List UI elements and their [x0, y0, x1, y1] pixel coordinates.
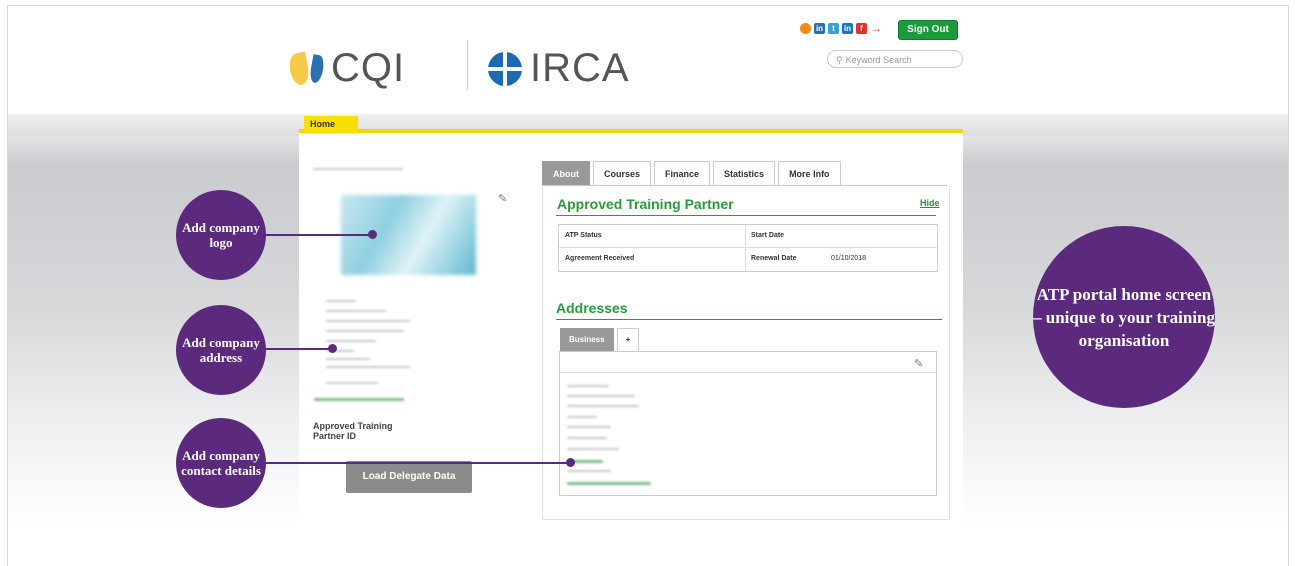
- address-line: [326, 330, 404, 332]
- add-address-tab[interactable]: +: [616, 328, 640, 351]
- address-line: [326, 358, 370, 360]
- contact-line: [567, 448, 619, 450]
- edit-pencil-icon[interactable]: ✎: [914, 357, 923, 370]
- company-link-blurred: [314, 398, 404, 401]
- address-box-divider: [560, 372, 936, 373]
- address-line: [326, 300, 356, 302]
- tab-statistics[interactable]: Statistics: [713, 161, 776, 186]
- company-name-blurred: [313, 168, 403, 170]
- cqi-leaf-icon: [287, 51, 311, 86]
- tab-business[interactable]: Business: [560, 328, 614, 351]
- tab-about[interactable]: About: [542, 161, 590, 186]
- twitter-icon[interactable]: t: [828, 23, 839, 34]
- callout-dot: [368, 230, 377, 239]
- table-row-divider: [559, 247, 937, 248]
- contact-line: [567, 385, 609, 387]
- cqi-logo-text: CQI: [331, 46, 406, 90]
- address-line: [326, 340, 376, 342]
- agreement-received-label: Agreement Received: [565, 255, 635, 262]
- atp-status-label: ATP Status: [565, 232, 602, 239]
- atp-section-title: Approved Training Partner: [557, 196, 734, 212]
- social-links: in t in f →: [800, 22, 882, 34]
- section-underline: [556, 319, 942, 320]
- search-icon: ⚲: [836, 55, 843, 65]
- contact-website-blurred: [567, 482, 651, 485]
- search-placeholder: Keyword Search: [845, 55, 912, 65]
- callout-main: ATP portal home screen – unique to your …: [1033, 226, 1215, 408]
- table-col-divider: [745, 225, 746, 271]
- callout-logo: Add company logo: [176, 190, 266, 280]
- contact-line: [567, 405, 639, 407]
- linkedin-icon[interactable]: in: [814, 23, 825, 34]
- tab-home[interactable]: Home: [304, 116, 358, 132]
- sign-out-button[interactable]: Sign Out: [898, 20, 958, 40]
- callout-connector: [264, 348, 334, 350]
- atp-id-label: Approved Training Partner ID: [313, 421, 393, 441]
- section-underline: [556, 215, 936, 216]
- contact-line: [567, 437, 607, 439]
- address-tabs: Business +: [560, 328, 640, 351]
- cqi-logo[interactable]: CQI: [287, 46, 406, 91]
- tab-more-info[interactable]: More Info: [778, 161, 841, 186]
- address-box: [559, 351, 937, 496]
- callout-dot: [328, 344, 337, 353]
- callout-address: Add company address: [176, 305, 266, 395]
- facebook-icon[interactable]: f: [856, 23, 867, 34]
- address-line: [326, 366, 410, 368]
- callout-dot: [566, 458, 575, 467]
- callout-connector: [264, 462, 572, 464]
- contact-line: [567, 416, 597, 418]
- renewal-date-value: 01/10/2018: [831, 255, 867, 262]
- search-input[interactable]: ⚲ Keyword Search: [827, 50, 963, 68]
- contact-line: [567, 470, 611, 472]
- linkedin-icon[interactable]: in: [842, 23, 853, 34]
- callout-contact: Add company contact details: [176, 418, 266, 508]
- tab-finance[interactable]: Finance: [654, 161, 711, 186]
- contact-line: [567, 395, 635, 397]
- address-line: [326, 320, 410, 322]
- header-background: [8, 6, 1288, 114]
- irca-logo-text: IRCA: [530, 46, 630, 90]
- address-line: [326, 382, 378, 384]
- atp-info-table: ATP Status Start Date Agreement Received…: [558, 224, 938, 272]
- tab-bar: About Courses Finance Statistics More In…: [542, 161, 841, 186]
- addresses-title: Addresses: [556, 300, 628, 316]
- logo-divider: [467, 40, 468, 90]
- address-line: [326, 310, 386, 312]
- renewal-date-label: Renewal Date: [751, 255, 797, 262]
- rss-icon[interactable]: [800, 23, 811, 34]
- tab-courses[interactable]: Courses: [593, 161, 652, 186]
- start-date-label: Start Date: [751, 232, 785, 239]
- edit-pencil-icon[interactable]: ✎: [498, 192, 507, 205]
- arrow-icon[interactable]: →: [870, 22, 882, 34]
- hide-link[interactable]: Hide: [920, 198, 940, 208]
- irca-logo[interactable]: IRCA: [488, 46, 630, 91]
- cqi-leaf-icon: [308, 53, 326, 84]
- load-delegate-data-button[interactable]: Load Delegate Data: [346, 461, 472, 493]
- callout-connector: [264, 234, 374, 236]
- contact-line: [567, 426, 611, 428]
- globe-icon: [488, 51, 522, 86]
- tab-divider: [542, 185, 947, 186]
